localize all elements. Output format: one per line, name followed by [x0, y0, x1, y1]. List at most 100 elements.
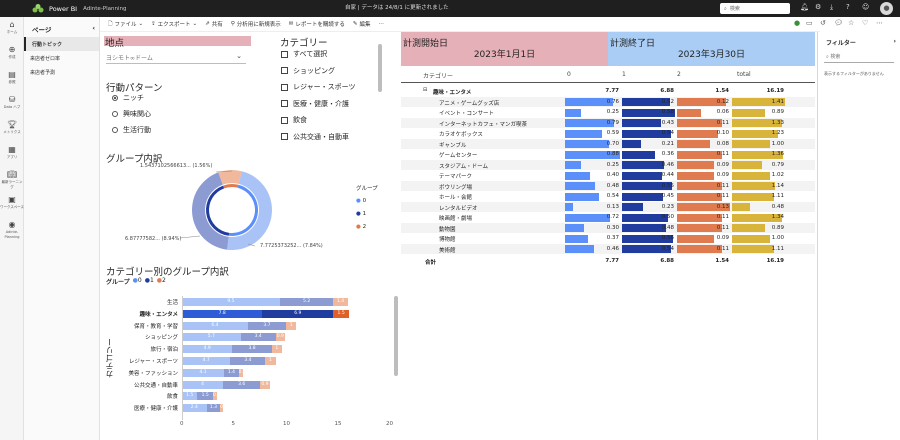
bar-segment-4-1[interactable]: 3.8 [232, 345, 272, 354]
help-icon[interactable]: ? [846, 3, 850, 11]
category-option-3[interactable]: 医療・健康・介護 [281, 99, 349, 109]
bar-segment-2-0[interactable]: 6.4 [182, 321, 248, 330]
matrix-row-7[interactable]: テーマパーク 0.40 0.44 0.09 1.02 [401, 170, 815, 181]
bar-segment-4-0[interactable]: 4.9 [182, 345, 233, 354]
matrix-header-1[interactable]: 0 [567, 71, 571, 78]
view-icon[interactable]: ▭ [806, 19, 813, 27]
bar-segment-8-2[interactable]: 0.4 [212, 392, 217, 401]
bar-category-label-5[interactable]: レジャー・スポーツ [103, 357, 178, 365]
nav-item-4[interactable]: 🏆︎ メトリクス [0, 120, 24, 142]
matrix-row-11[interactable]: 映画館・劇場 0.72 0.50 0.11 1.34 [401, 212, 815, 223]
global-search[interactable]: ⌕ 検索 [720, 3, 790, 14]
bar-segment-2-2[interactable]: 1 [286, 321, 297, 330]
bar-segment-0-0[interactable]: 9.5 [182, 298, 280, 306]
collapse-pages-icon[interactable]: ‹ [92, 24, 95, 37]
category-option-2[interactable]: レジャー・スポーツ [281, 82, 356, 92]
bar-segment-5-0[interactable]: 4.7 [182, 357, 231, 365]
bar-segment-7-1[interactable]: 3.6 [223, 380, 261, 389]
matrix-header-4[interactable]: total [737, 71, 751, 78]
page-tab-2[interactable]: 来店者予測 [24, 65, 99, 79]
bar-category-label-3[interactable]: ショッピング [103, 333, 178, 341]
matrix-group-row[interactable]: ⊟ 趣味・エンタメ 7.77 6.88 1.54 16.19 [401, 86, 815, 96]
explore-button[interactable]: ⚲ 分析用に新規表示 [231, 20, 281, 28]
bar-segment-8-0[interactable]: 1.5 [182, 392, 198, 401]
collapse-filters-icon[interactable]: › [894, 38, 896, 47]
copilot-icon[interactable]: ● [794, 19, 800, 27]
donut-legend-2[interactable]: ● 2 [356, 224, 366, 230]
favorite-icon[interactable]: ♡ [862, 19, 868, 27]
matrix-row-0[interactable]: アニメ・ゲームグッズ店 0.76 0.52 0.12 1.41 [401, 97, 815, 107]
bar-segment-3-2[interactable]: 0.9 [275, 333, 285, 342]
pattern-option-1[interactable]: 興味関心 [112, 109, 151, 119]
bar-category-label-1[interactable]: 趣味・エンタメ [103, 310, 178, 318]
bar-category-label-0[interactable]: 生活 [103, 298, 178, 306]
matrix-header-2[interactable]: 1 [622, 71, 626, 78]
feedback-icon[interactable]: ☺ [862, 3, 869, 11]
bar-legend-1[interactable]: ●1 [145, 277, 154, 286]
bar-category-label-4[interactable]: 旅行・宿泊 [103, 345, 178, 353]
more-options-button[interactable]: ⋯ [379, 21, 385, 27]
bar-legend-0[interactable]: ●0 [133, 277, 142, 286]
export-menu[interactable]: ⇪ エクスポート ⌄ [151, 20, 197, 28]
matrix-row-2[interactable]: インターネットカフェ・マンガ喫茶 0.79 0.43 0.11 1.33 [401, 118, 815, 128]
matrix-row-5[interactable]: ゲームセンター 0.88 0.36 0.11 1.36 [401, 149, 815, 160]
category-option-5[interactable]: 公共交通・自動車 [281, 132, 349, 142]
comment-icon[interactable]: 💬︎ [834, 19, 843, 27]
bar-segment-9-0[interactable]: 2.4 [182, 404, 207, 413]
matrix-row-12[interactable]: 動物園 0.30 0.48 0.11 0.89 [401, 223, 815, 233]
matrix-header-0[interactable]: カテゴリー [423, 71, 453, 80]
workspace-name[interactable]: Adinte-Planning [83, 6, 126, 12]
bar-segment-6-1[interactable]: 1.4 [224, 368, 239, 377]
bar-legend-2[interactable]: ●2 [157, 277, 166, 286]
bar-segment-1-1[interactable]: 6.9 [262, 309, 334, 318]
bar-category-label-2[interactable]: 保育・教育・学習 [103, 322, 178, 330]
edit-button[interactable]: ✎ 編集 [353, 20, 371, 28]
bar-category-label-8[interactable]: 飲食 [103, 392, 178, 400]
category-option-1[interactable]: ショッピング [281, 66, 335, 76]
nav-item-0[interactable]: ⌂ ホーム [0, 20, 24, 42]
report-name[interactable]: 自家 [345, 5, 356, 11]
bar-segment-6-0[interactable]: 4.1 [182, 368, 225, 377]
bar-category-label-9[interactable]: 医療・健康・介護 [103, 404, 178, 412]
category-option-0[interactable]: すべて選択 [281, 49, 327, 59]
nav-item-6[interactable]: 📖︎ 最新ラーニング [0, 170, 24, 192]
reset-icon[interactable]: ↺ [820, 19, 826, 27]
nav-item-8[interactable]: ◉ Adinte-Planning [0, 220, 24, 242]
matrix-row-14[interactable]: 美術館 0.46 0.54 0.11 1.11 [401, 244, 815, 254]
bar-segment-0-1[interactable]: 5.2 [279, 298, 334, 306]
nav-item-2[interactable]: ▤ 参照 [0, 70, 24, 92]
matrix-row-6[interactable]: スタジアム・ドーム 0.25 0.46 0.09 0.79 [401, 160, 815, 170]
bar-segment-1-2[interactable]: 1.5 [333, 309, 349, 318]
bar-segment-9-1[interactable]: 1.3 [206, 404, 221, 413]
app-name[interactable]: Power BI [49, 5, 77, 13]
donut-legend-1[interactable]: ● 1 [356, 211, 366, 217]
bar-segment-5-1[interactable]: 3.4 [230, 357, 266, 365]
page-tab-1[interactable]: 来店者ゼロ率 [24, 51, 99, 65]
category-scrollbar[interactable] [378, 44, 382, 92]
nav-item-3[interactable]: ⛁ Data ハブ [0, 95, 24, 117]
bar-segment-6-2[interactable]: 0.4 [238, 368, 243, 377]
pattern-option-2[interactable]: 生活行動 [112, 125, 151, 135]
bar-segment-1-0[interactable]: 7.8 [182, 309, 263, 318]
collapse-icon[interactable]: ⊟ [423, 87, 427, 93]
matrix-header-3[interactable]: 2 [677, 71, 681, 78]
page-tab-0[interactable]: 行動トピック [24, 37, 99, 51]
bar-segment-0-2[interactable]: 1.4 [333, 298, 348, 306]
matrix-row-9[interactable]: ホール・会館 0.54 0.45 0.11 1.11 [401, 191, 815, 202]
bar-segment-5-2[interactable]: 1 [265, 357, 276, 365]
bar-category-label-7[interactable]: 公共交通・自動車 [103, 381, 178, 389]
nav-item-7[interactable]: ▣ ワークスペース [0, 195, 24, 217]
donut-inner-slice-2[interactable] [223, 184, 239, 189]
share-button[interactable]: ⇗ 共有 [205, 20, 223, 28]
file-menu[interactable]: 🗋︎ ファイル ⌄ [108, 20, 143, 29]
matrix-row-1[interactable]: イベント・コンサート 0.25 0.58 0.06 0.89 [401, 107, 815, 118]
pattern-option-0[interactable]: ニッチ [112, 93, 144, 103]
bar-segment-9-2[interactable]: 0.3 [220, 404, 224, 413]
bar-category-label-6[interactable]: 美容・ファッション [103, 369, 178, 377]
bar-chart-scrollbar[interactable] [394, 296, 398, 376]
filters-search[interactable]: ⌕ 検索 [824, 53, 894, 63]
notification-icon[interactable]: 🔔︎ [800, 3, 809, 11]
bar-segment-8-1[interactable]: 1.5 [197, 392, 213, 401]
nav-item-1[interactable]: ⊕ 作成 [0, 45, 24, 67]
more-options-icon[interactable]: ⋯ [876, 19, 883, 27]
